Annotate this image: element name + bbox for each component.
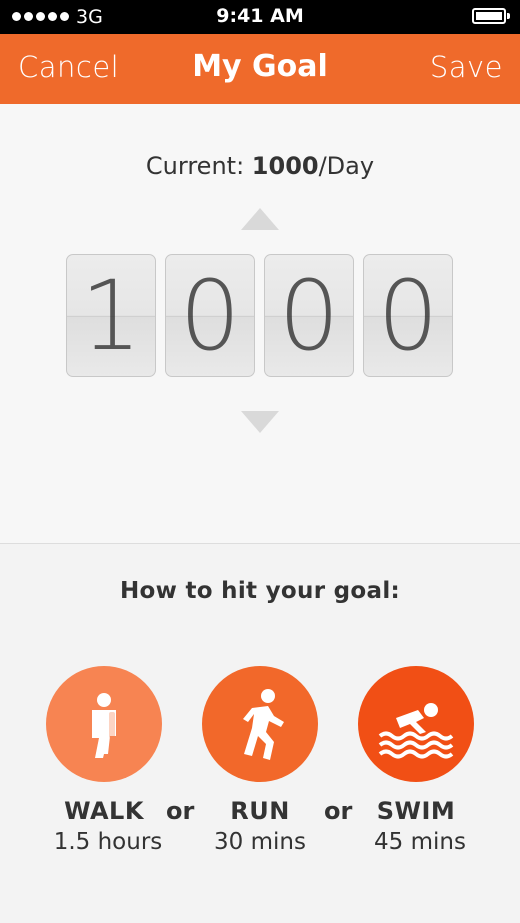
walk-activity-button[interactable] [46,666,162,782]
walking-person-icon [92,693,116,758]
run-duration: 30 mins [214,829,306,855]
walk-duration: 1.5 hours [53,829,163,855]
status-time: 9:41 AM [216,5,304,27]
running-person-icon [243,689,284,760]
triangle-down-icon[interactable] [241,411,279,433]
current-suffix: /Day [318,152,375,180]
battery-icon [472,8,510,24]
swim-activity-button[interactable] [358,666,474,782]
goal-digit-thousands[interactable]: 1 [66,254,156,377]
save-button[interactable]: Save [430,50,503,84]
swimming-person-icon [378,703,454,759]
run-label: RUN [230,797,290,825]
goal-digit-ones[interactable]: 0 [363,254,453,377]
run-activity-button[interactable] [202,666,318,782]
current-goal-value: 1000 [251,152,319,180]
current-goal-label: Current: 1000/Day [0,152,520,180]
current-prefix: Current: [145,152,245,180]
status-bar: 3G 9:41 AM [0,0,520,34]
navigation-bar: Cancel My Goal Save [0,34,520,104]
goal-picker-panel: Current: 1000/Day 1 0 0 0 [0,104,520,544]
swim-duration: 45 mins [374,829,466,855]
howto-heading: How to hit your goal: [119,578,401,604]
triangle-up-icon[interactable] [241,208,279,230]
swim-label: SWIM [376,797,456,825]
walk-label: WALK [64,797,144,825]
goal-digit-tens[interactable]: 0 [264,254,354,377]
goal-digit-hundreds[interactable]: 0 [165,254,255,377]
